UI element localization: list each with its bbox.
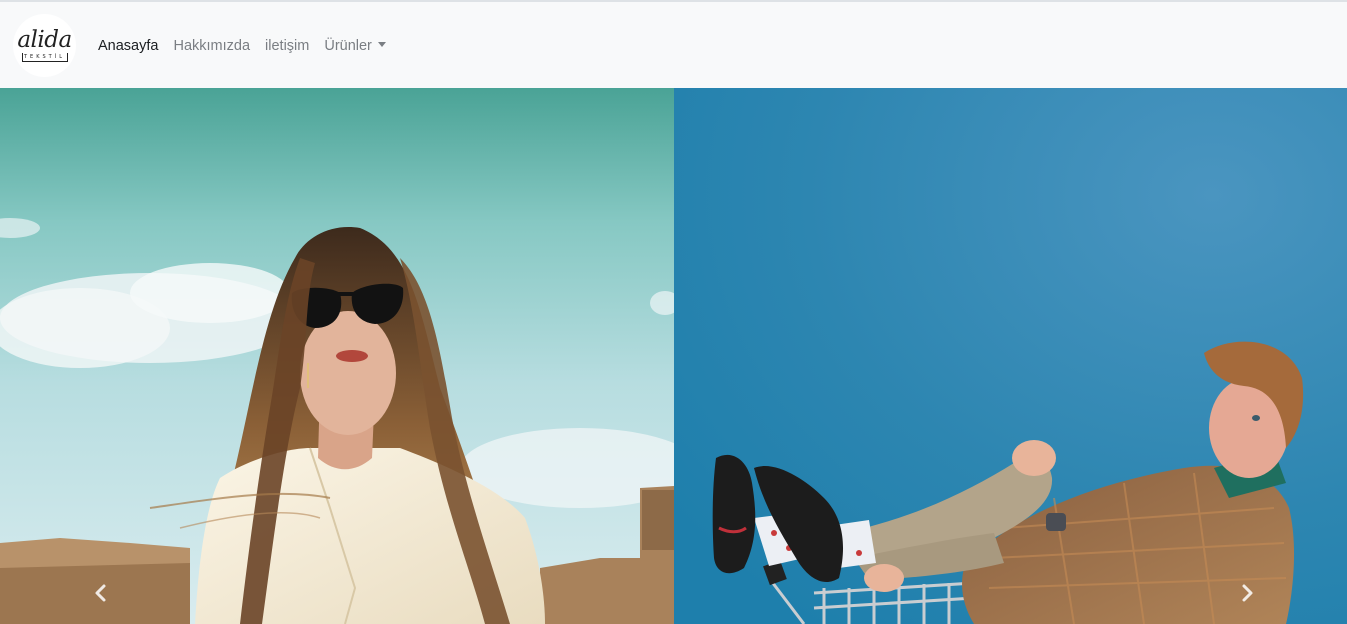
brand-tagline: TEKSTİL xyxy=(21,52,68,62)
navbar: alida TEKSTİL Anasayfa Hakkımızda iletiş… xyxy=(0,0,1347,88)
carousel-prev-button[interactable] xyxy=(86,578,116,608)
nav-item-contact[interactable]: iletişim xyxy=(265,37,324,55)
carousel-next-button[interactable] xyxy=(1232,578,1262,608)
nav-item-products-dropdown[interactable]: Ürünler xyxy=(324,37,401,55)
slide-image-woman xyxy=(0,88,674,624)
brand-name: alida xyxy=(17,26,72,53)
nav-item-about[interactable]: Hakkımızda xyxy=(173,37,265,55)
chevron-right-icon xyxy=(1242,584,1253,602)
nav-item-products-label: Ürünler xyxy=(324,38,372,54)
slide-image-man xyxy=(674,88,1347,624)
caret-down-icon xyxy=(377,42,386,47)
brand-logo[interactable]: alida TEKSTİL xyxy=(13,14,76,77)
nav-links: Anasayfa Hakkımızda iletişim Ürünler xyxy=(98,37,401,55)
chevron-left-icon xyxy=(95,584,106,602)
hero-carousel xyxy=(0,88,1347,624)
nav-item-home[interactable]: Anasayfa xyxy=(98,37,173,55)
